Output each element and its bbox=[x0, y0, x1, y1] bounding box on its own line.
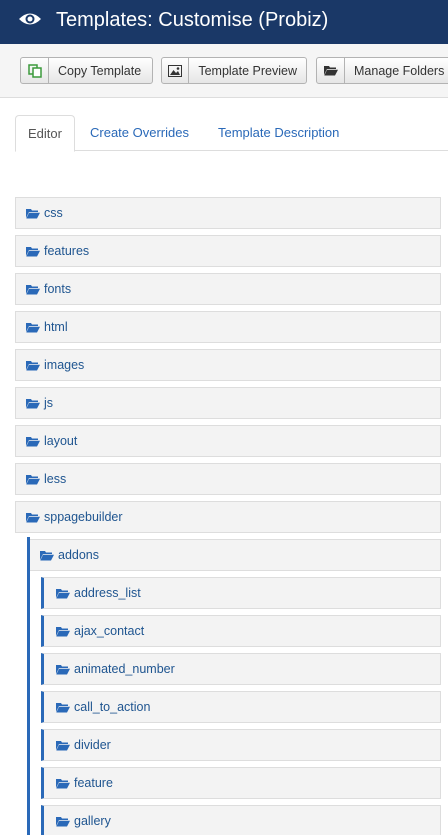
folder-label: addons bbox=[58, 548, 100, 562]
image-icon bbox=[162, 58, 190, 83]
folder-label: images bbox=[44, 358, 85, 372]
folder-label: less bbox=[44, 472, 67, 486]
eye-icon bbox=[19, 13, 41, 25]
folder-open-icon bbox=[56, 702, 70, 712]
folder-open-icon bbox=[56, 664, 70, 674]
folder-item-js[interactable]: js bbox=[15, 387, 441, 419]
template-preview-button[interactable]: Template Preview bbox=[161, 57, 307, 84]
folder-open-icon bbox=[56, 626, 70, 636]
tree-guide-line bbox=[27, 537, 30, 835]
folder-open-icon bbox=[26, 474, 40, 484]
tab-editor[interactable]: Editor bbox=[15, 115, 75, 152]
folder-label: feature bbox=[74, 776, 113, 790]
folder-item-divider[interactable]: divider bbox=[41, 729, 441, 761]
folder-item-sppagebuilder[interactable]: sppagebuilder bbox=[15, 501, 441, 533]
template-preview-label: Template Preview bbox=[198, 63, 297, 78]
tab-template-description[interactable]: Template Description bbox=[218, 115, 339, 151]
folder-item-address-list[interactable]: address_list bbox=[41, 577, 441, 609]
folder-open-icon bbox=[26, 436, 40, 446]
folder-item-features[interactable]: features bbox=[15, 235, 441, 267]
folder-open-icon bbox=[56, 778, 70, 788]
folder-label: gallery bbox=[74, 814, 111, 828]
folder-label: address_list bbox=[74, 586, 141, 600]
folder-open-icon bbox=[56, 816, 70, 826]
folder-item-html[interactable]: html bbox=[15, 311, 441, 343]
folder-label: layout bbox=[44, 434, 78, 448]
folder-open-icon bbox=[56, 740, 70, 750]
folder-label: sppagebuilder bbox=[44, 510, 123, 524]
folder-item-css[interactable]: css bbox=[15, 197, 441, 229]
folder-item-animated-number[interactable]: animated_number bbox=[41, 653, 441, 685]
editor-tabs: Editor Create Overrides Template Descrip… bbox=[15, 115, 448, 152]
folder-open-icon bbox=[40, 550, 54, 560]
manage-folders-label: Manage Folders bbox=[354, 63, 445, 78]
manage-folders-button[interactable]: Manage Folders bbox=[316, 57, 448, 84]
folder-open-icon bbox=[317, 58, 345, 83]
folder-label: css bbox=[44, 206, 63, 220]
folder-open-icon bbox=[26, 208, 40, 218]
page-header: Templates: Customise (Probiz) bbox=[0, 0, 448, 44]
folder-open-icon bbox=[56, 588, 70, 598]
folder-label: divider bbox=[74, 738, 111, 752]
folder-open-icon bbox=[26, 512, 40, 522]
folder-item-ajax-contact[interactable]: ajax_contact bbox=[41, 615, 441, 647]
folder-label: features bbox=[44, 244, 90, 258]
folder-item-less[interactable]: less bbox=[15, 463, 441, 495]
folder-item-images[interactable]: images bbox=[15, 349, 441, 381]
page-title: Templates: Customise (Probiz) bbox=[56, 9, 329, 31]
folder-label: animated_number bbox=[74, 662, 175, 676]
folder-open-icon bbox=[26, 398, 40, 408]
toolbar: Copy Template Template Preview Manage Fo… bbox=[0, 44, 448, 98]
copy-icon bbox=[21, 58, 49, 83]
folder-label: js bbox=[44, 396, 54, 410]
tab-create-overrides[interactable]: Create Overrides bbox=[90, 115, 189, 151]
folder-item-feature[interactable]: feature bbox=[41, 767, 441, 799]
folder-label: call_to_action bbox=[74, 700, 151, 714]
folder-open-icon bbox=[26, 284, 40, 294]
folder-item-addons[interactable]: addons bbox=[27, 539, 441, 571]
folder-label: fonts bbox=[44, 282, 72, 296]
copy-template-label: Copy Template bbox=[58, 63, 142, 78]
folder-item-fonts[interactable]: fonts bbox=[15, 273, 441, 305]
copy-template-button[interactable]: Copy Template bbox=[20, 57, 153, 84]
folder-label: ajax_contact bbox=[74, 624, 145, 638]
folder-open-icon bbox=[26, 322, 40, 332]
folder-label: html bbox=[44, 320, 68, 334]
folder-open-icon bbox=[26, 360, 40, 370]
folder-open-icon bbox=[26, 246, 40, 256]
folder-item-call-to-action[interactable]: call_to_action bbox=[41, 691, 441, 723]
folder-item-layout[interactable]: layout bbox=[15, 425, 441, 457]
folder-item-gallery[interactable]: gallery bbox=[41, 805, 441, 835]
